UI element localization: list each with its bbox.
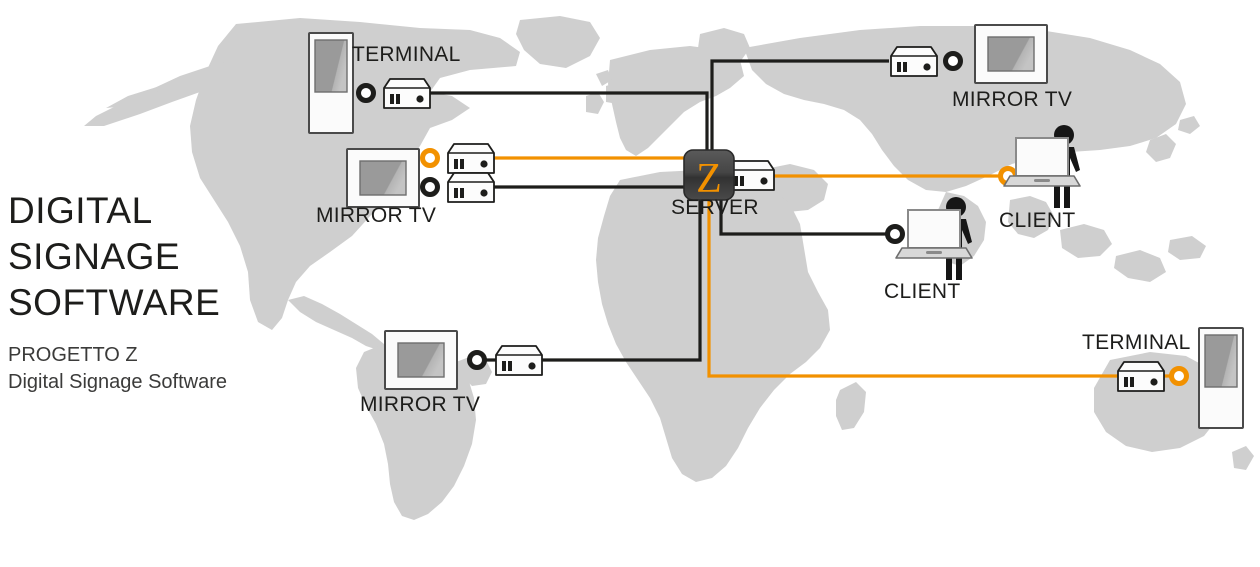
label-mirror-tv-top-right: MIRROR TV	[952, 88, 1073, 111]
label-server-hub: SERVER	[671, 196, 759, 219]
title-line-3: SOFTWARE	[8, 282, 221, 323]
node-server-hub[interactable]: Z	[683, 149, 775, 202]
connector-dot-orange	[420, 148, 440, 168]
diagram-canvas: Z DIGITAL SIGNAGE SOFTWARE PROGETTO Z Di…	[0, 0, 1260, 567]
connector-dot-black	[356, 83, 376, 103]
connector-dot-orange	[1169, 366, 1189, 386]
laptop-person-icon	[895, 196, 973, 281]
tv-display-icon	[346, 148, 420, 208]
connector-dot-black	[943, 51, 963, 71]
node-client-center[interactable]	[885, 196, 973, 281]
player-box-icon	[495, 345, 543, 376]
title-line-2: SIGNAGE	[8, 236, 181, 277]
tv-display-icon	[974, 24, 1048, 84]
player-box-icon-lower	[447, 172, 495, 203]
server-box-icon	[727, 160, 775, 191]
label-client-right: CLIENT	[999, 209, 1076, 232]
node-mirror-tv-top-right[interactable]	[890, 24, 1048, 84]
branding-block: DIGITAL SIGNAGE SOFTWARE PROGETTO Z Digi…	[8, 188, 227, 396]
player-box-icon	[1117, 361, 1165, 392]
player-box-icon	[383, 78, 431, 109]
subtitle-tagline: Digital Signage Software	[8, 371, 228, 393]
label-terminal-top-left: TERMINAL	[352, 43, 461, 66]
tv-display-icon	[384, 330, 458, 390]
label-terminal-bottom-right: TERMINAL	[1082, 331, 1191, 354]
connector-dot-black	[467, 350, 487, 370]
player-box-icon	[890, 46, 938, 77]
player-box-icon-upper	[447, 143, 495, 174]
node-client-right[interactable]	[998, 124, 1081, 209]
terminal-display-icon	[1198, 327, 1244, 429]
connector-dot-black	[885, 224, 905, 244]
label-client-center: CLIENT	[884, 280, 961, 303]
title-line-1: DIGITAL	[8, 190, 153, 231]
label-mirror-tv-bottom-left: MIRROR TV	[360, 393, 481, 416]
node-mirror-tv-left[interactable]	[346, 143, 495, 208]
node-mirror-tv-bottom-left[interactable]	[384, 330, 543, 390]
connector-dot-black	[420, 177, 440, 197]
subtitle-product-name: PROGETTO Z	[8, 344, 138, 366]
terminal-display-icon	[308, 32, 354, 134]
laptop-person-icon	[1003, 124, 1081, 209]
label-mirror-tv-left: MIRROR TV	[316, 204, 437, 227]
